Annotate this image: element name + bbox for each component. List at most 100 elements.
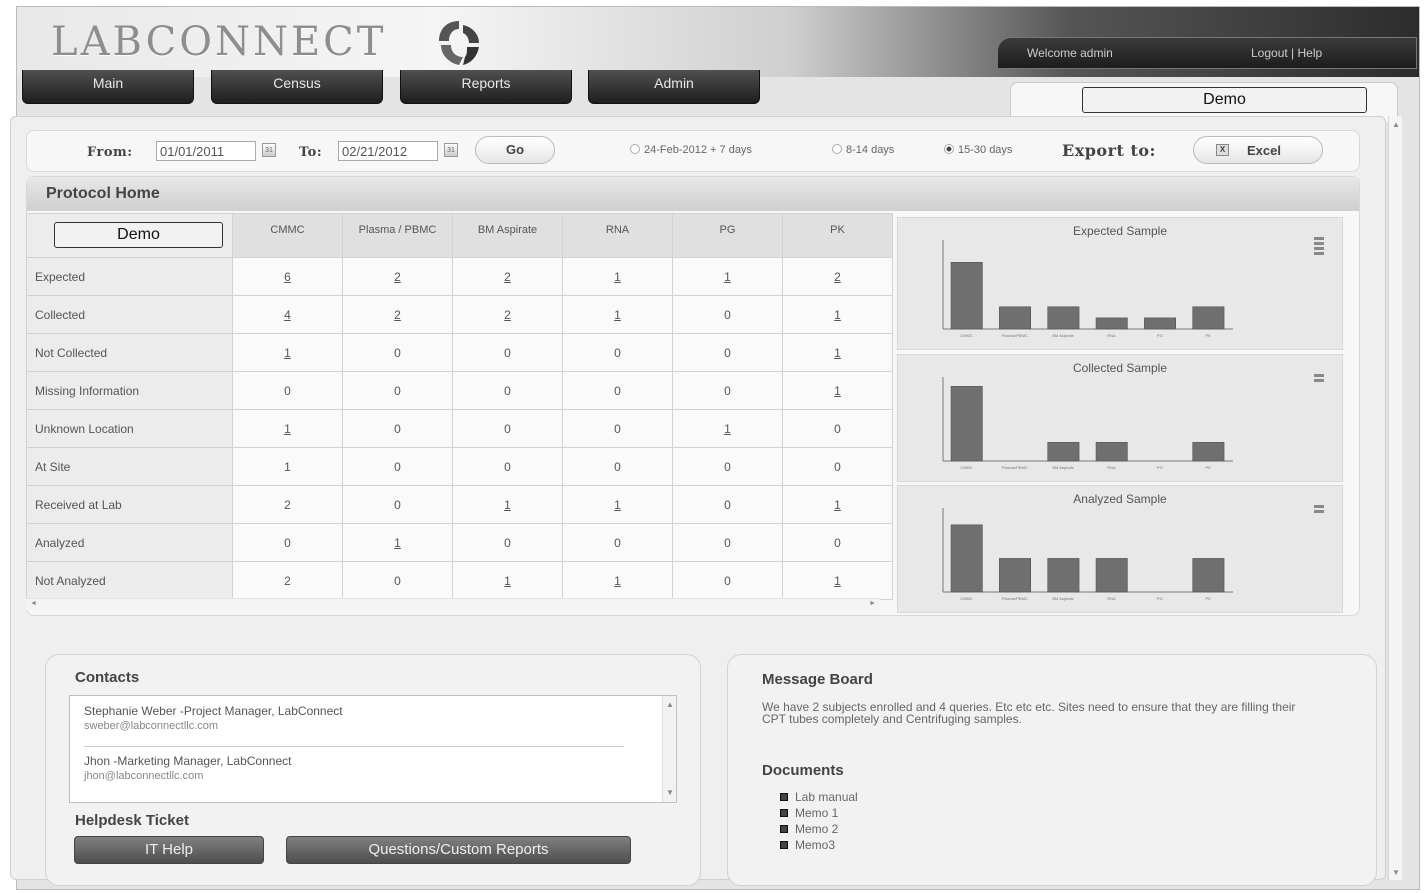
table-cell[interactable]: 2	[452, 257, 563, 296]
contacts-list: Stephanie Weber -Project Manager, LabCon…	[69, 695, 677, 803]
table-cell: 0	[232, 523, 343, 562]
it-help-button[interactable]: IT Help	[74, 836, 264, 864]
table-row: Missing Information 0 0 0 0 0 1	[26, 371, 893, 410]
table-cell[interactable]: 1	[562, 295, 673, 334]
table-cell: 1	[232, 447, 343, 486]
calendar-icon[interactable]: 31	[444, 143, 458, 157]
to-date-input[interactable]	[338, 141, 438, 161]
nav-tab-census[interactable]: Census	[211, 70, 383, 104]
bar	[1095, 442, 1128, 462]
document-bullet-icon	[780, 825, 788, 833]
table-cell[interactable]: 1	[782, 561, 893, 600]
table-cell[interactable]: 1	[782, 485, 893, 524]
column-header: RNA	[562, 213, 673, 258]
bar	[999, 558, 1032, 593]
table-cell[interactable]: 1	[782, 295, 893, 334]
table-cell: 0	[782, 409, 893, 448]
table-cell[interactable]: 1	[672, 409, 783, 448]
scroll-down-icon[interactable]: ▼	[1392, 868, 1400, 877]
table-cell[interactable]: 2	[782, 257, 893, 296]
scroll-down-icon[interactable]: ▼	[666, 788, 674, 797]
go-button[interactable]: Go	[475, 136, 555, 164]
radio-icon[interactable]	[630, 144, 640, 154]
page-scrollbar[interactable]: ▲ ▼	[1388, 116, 1402, 880]
document-bullet-icon	[780, 793, 788, 801]
excel-export-button[interactable]: X Excel	[1193, 136, 1323, 164]
table-cell: 0	[452, 371, 563, 410]
table-cell[interactable]: 1	[452, 561, 563, 600]
document-bullet-icon	[780, 841, 788, 849]
table-cell[interactable]: 6	[232, 257, 343, 296]
export-label: Export to:	[1062, 141, 1156, 160]
table-cell: 2	[232, 485, 343, 524]
scroll-left-icon[interactable]: ◄	[30, 600, 37, 607]
table-cell: 0	[672, 485, 783, 524]
bar	[1047, 306, 1080, 330]
table-cell[interactable]: 1	[782, 333, 893, 372]
from-label: From:	[87, 145, 133, 160]
document-link[interactable]: Lab manual	[780, 790, 858, 804]
table-cell[interactable]: 1	[562, 561, 673, 600]
x-tick-label: CMMC	[960, 465, 973, 470]
table-cell: 0	[672, 447, 783, 486]
from-date-input[interactable]	[156, 141, 256, 161]
bar	[1095, 558, 1128, 593]
table-cell[interactable]: 1	[232, 333, 343, 372]
nav-tab-main[interactable]: Main	[22, 70, 194, 104]
contacts-scrollbar[interactable]: ▲ ▼	[662, 696, 676, 802]
table-cell[interactable]: 1	[342, 523, 453, 562]
table-cell[interactable]: 2	[342, 257, 453, 296]
table-cell[interactable]: 1	[672, 257, 783, 296]
excel-icon: X	[1216, 144, 1229, 156]
questions-custom-reports-button[interactable]: Questions/Custom Reports	[286, 836, 631, 864]
bar-chart: CMMC Plasma/PBMC BM Aspirate RNA PG PK	[942, 508, 1233, 601]
divider	[84, 746, 624, 747]
column-header: Plasma / PBMC	[342, 213, 453, 258]
radio-15-30-days[interactable]: 15-30 days	[944, 144, 1012, 156]
x-tick-label: PK	[1205, 596, 1211, 601]
table-cell: 0	[452, 333, 563, 372]
document-bullet-icon	[780, 809, 788, 817]
logo-icon	[439, 21, 479, 65]
column-header: PK	[782, 213, 893, 258]
radio-icon[interactable]	[832, 144, 842, 154]
scroll-up-icon[interactable]: ▲	[1392, 120, 1400, 129]
table-cell[interactable]: 2	[452, 295, 563, 334]
x-tick-label: Plasma/PBMC	[1002, 596, 1028, 601]
table-row: Collected 4 2 2 1 0 1	[26, 295, 893, 334]
scroll-up-icon[interactable]: ▲	[666, 700, 674, 709]
document-link[interactable]: Memo 2	[780, 822, 838, 836]
table-cell[interactable]: 1	[562, 257, 673, 296]
table-cell[interactable]: 4	[232, 295, 343, 334]
radio-7-days[interactable]: 24-Feb-2012 + 7 days	[630, 144, 752, 156]
table-cell[interactable]: 1	[782, 371, 893, 410]
radio-8-14-days[interactable]: 8-14 days	[832, 144, 894, 156]
nav-tab-admin[interactable]: Admin	[588, 70, 760, 104]
x-tick-label: RNA	[1107, 596, 1116, 601]
x-tick-label: BM Aspirate	[1052, 465, 1074, 470]
document-link[interactable]: Memo3	[780, 838, 835, 852]
nav-tab-reports[interactable]: Reports	[400, 70, 572, 104]
document-link[interactable]: Memo 1	[780, 806, 838, 820]
message-board-title: Message Board	[762, 671, 873, 688]
table-cell[interactable]: 1	[232, 409, 343, 448]
x-tick-label: Plasma/PBMC	[1002, 333, 1028, 338]
bar	[1192, 558, 1225, 593]
table-row: Received at Lab 2 0 1 1 0 1	[26, 485, 893, 524]
contact-email[interactable]: jhon@labconnectllc.com	[84, 770, 203, 782]
table-row: Not Collected 1 0 0 0 0 1	[26, 333, 893, 372]
helpdesk-title: Helpdesk Ticket	[75, 812, 189, 829]
table-cell[interactable]: 1	[562, 485, 673, 524]
calendar-icon[interactable]: 31	[262, 143, 276, 157]
x-tick-label: CMMC	[960, 333, 973, 338]
welcome-text: Welcome admin	[1027, 46, 1113, 60]
contact-email[interactable]: sweber@labconnectllc.com	[84, 720, 218, 732]
table-scrollbar[interactable]: ◄ ►	[26, 598, 880, 610]
table-row: At Site 1 0 0 0 0 0	[26, 447, 893, 486]
table-cell[interactable]: 2	[342, 295, 453, 334]
table-cell[interactable]: 1	[452, 485, 563, 524]
scroll-right-icon[interactable]: ►	[869, 600, 876, 607]
logout-help-link[interactable]: Logout | Help	[1251, 46, 1322, 60]
row-label: Missing Information	[26, 371, 233, 410]
radio-selected-icon[interactable]	[944, 144, 954, 154]
